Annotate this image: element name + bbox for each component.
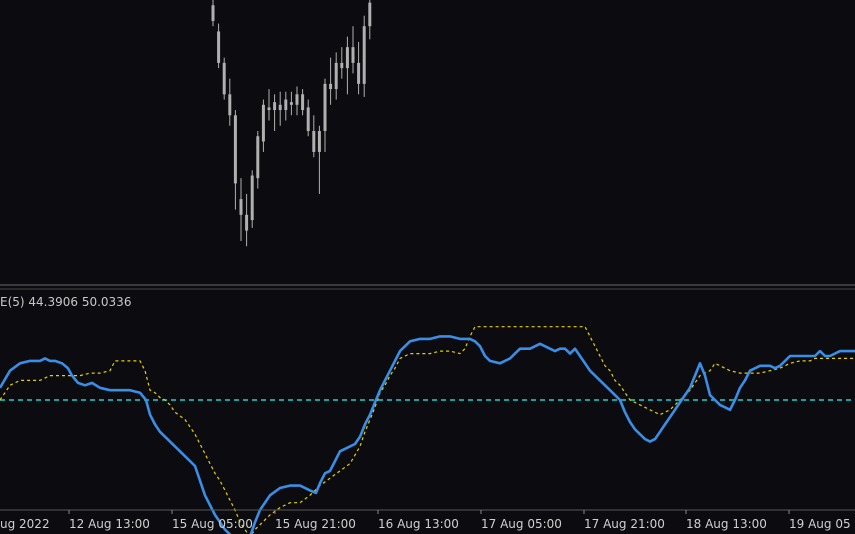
- candle-body: [228, 94, 232, 116]
- candle-body: [295, 94, 299, 105]
- candle-body: [351, 47, 355, 63]
- candle-body: [317, 131, 321, 152]
- candle-body: [217, 31, 221, 63]
- candle-body: [368, 2, 372, 27]
- candle-body: [245, 214, 249, 231]
- candle-body: [340, 62, 344, 69]
- x-tick-label: 15 Aug 05:00: [172, 517, 253, 531]
- x-tick-label: 17 Aug 05:00: [481, 517, 562, 531]
- indicator-label: E(5) 44.3906 50.0336: [0, 295, 132, 309]
- x-tick-label: 16 Aug 13:00: [378, 517, 459, 531]
- chart-background: [0, 0, 855, 534]
- candle-body: [357, 62, 361, 84]
- candle-body: [284, 99, 288, 111]
- x-tick-label: 17 Aug 21:00: [584, 517, 665, 531]
- candle-body: [301, 94, 305, 111]
- candle-body: [256, 136, 260, 179]
- candle-body: [267, 107, 271, 111]
- candle-body: [312, 131, 316, 152]
- candle-body: [329, 83, 333, 90]
- candle-body: [222, 62, 226, 95]
- candle-body: [273, 102, 277, 111]
- candle-body: [278, 104, 282, 111]
- candle-body: [306, 107, 310, 131]
- candle-body: [261, 104, 265, 142]
- x-tick-label: ug 2022: [0, 517, 50, 531]
- candle-body: [362, 26, 366, 84]
- candle-body: [239, 199, 243, 215]
- candle-body: [323, 83, 327, 131]
- candle-body: [233, 115, 237, 184]
- candle: [250, 170, 254, 228]
- candle: [222, 57, 226, 100]
- x-tick-label: 15 Aug 21:00: [275, 517, 356, 531]
- x-tick-label: 12 Aug 13:00: [69, 517, 150, 531]
- candle-body: [289, 102, 293, 105]
- x-tick-label: 18 Aug 13:00: [686, 517, 767, 531]
- candle-body: [345, 47, 349, 69]
- x-tick-label: 19 Aug 05: [789, 517, 851, 531]
- candle-body: [334, 62, 338, 90]
- chart-root: ug 2022 12 Aug 13:00 15 Aug 05:00 15 Aug 21…: [0, 0, 855, 534]
- candle-body: [250, 175, 254, 221]
- candle-body: [211, 5, 215, 21]
